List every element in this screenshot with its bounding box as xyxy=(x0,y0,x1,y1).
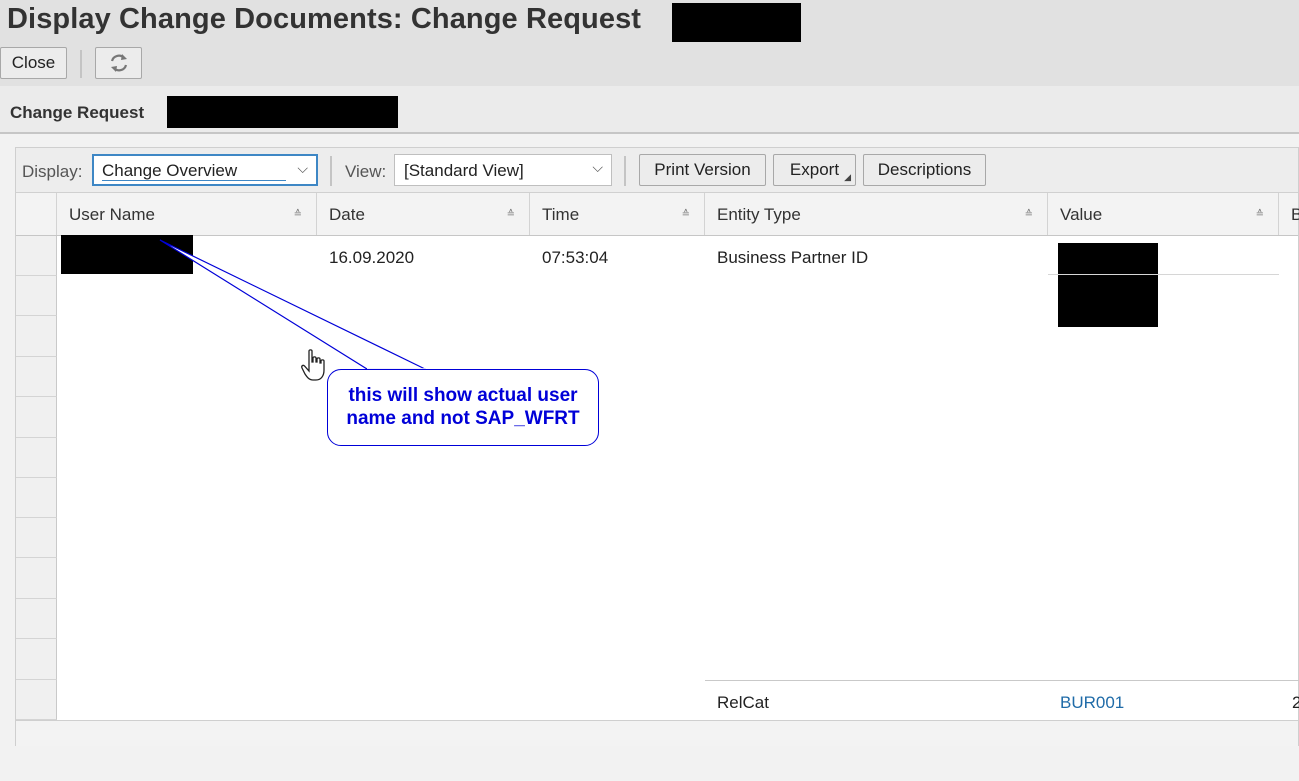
menu-corner-icon: ◢ xyxy=(844,172,851,182)
cell-entity-type: RelCat xyxy=(717,693,769,712)
close-button[interactable]: Close xyxy=(0,47,67,79)
export-label: Export xyxy=(789,160,840,179)
row-selector[interactable] xyxy=(16,357,57,397)
view-select[interactable]: [Standard View] ⌵ xyxy=(394,154,612,186)
view-select-value: [Standard View] xyxy=(404,161,524,180)
row-selector[interactable] xyxy=(16,518,57,558)
hand-cursor-icon xyxy=(301,349,325,381)
row-divider xyxy=(1048,274,1279,275)
column-label: Date xyxy=(329,205,365,224)
display-label: Display: xyxy=(22,162,83,181)
callout-line-2: name and not SAP_WFRT xyxy=(346,408,580,429)
cell-time: 07:53:04 xyxy=(542,248,609,267)
redacted-value xyxy=(1058,243,1158,327)
table-header: User Name ≙ Date ≙ Time ≙ Entity Type ≙ … xyxy=(16,193,1299,236)
column-label: User Name xyxy=(69,205,155,224)
sort-icon[interactable]: ≙ xyxy=(507,209,515,220)
annotation-callout: this will show actual user name and not … xyxy=(327,369,599,446)
descriptions-button[interactable]: Descriptions xyxy=(863,154,986,186)
column-header-time[interactable]: Time ≙ xyxy=(530,193,705,235)
export-button[interactable]: Export ◢ xyxy=(773,154,856,186)
redacted-request-number xyxy=(672,3,801,42)
column-header-user-name[interactable]: User Name ≙ xyxy=(57,193,317,235)
row-selector[interactable] xyxy=(16,680,57,720)
change-request-label: Change Request xyxy=(10,103,145,122)
chevron-down-icon[interactable]: ⌵ xyxy=(297,160,308,177)
sort-icon[interactable]: ≙ xyxy=(1025,209,1033,220)
column-header-b[interactable]: B xyxy=(1279,193,1299,235)
redacted-user-name xyxy=(61,235,193,274)
column-header-date[interactable]: Date ≙ xyxy=(317,193,530,235)
cell-extra: 2 xyxy=(1292,693,1299,712)
column-header-entity-type[interactable]: Entity Type ≙ xyxy=(705,193,1048,235)
change-request-header: Change Request xyxy=(0,86,1299,134)
redacted-change-request-id xyxy=(167,96,398,128)
row-selector[interactable] xyxy=(16,558,57,599)
display-select-value: Change Overview xyxy=(102,161,238,180)
column-label: Time xyxy=(542,205,580,224)
display-select[interactable]: Change Overview ⌵ xyxy=(92,154,318,186)
sort-icon[interactable]: ≙ xyxy=(294,209,302,220)
view-label: View: xyxy=(345,162,387,181)
row-selector[interactable] xyxy=(16,639,57,680)
sort-icon[interactable]: ≙ xyxy=(682,209,690,220)
chevron-down-icon[interactable]: ⌵ xyxy=(592,159,603,176)
cell-entity-type: Business Partner ID xyxy=(717,248,869,267)
change-documents-table: Display: Change Overview ⌵ View: [Standa… xyxy=(15,147,1299,746)
column-label: B xyxy=(1291,205,1299,224)
row-selector[interactable] xyxy=(16,438,57,478)
cell-value-link[interactable]: BUR001 xyxy=(1060,693,1124,713)
print-version-button[interactable]: Print Version xyxy=(639,154,766,186)
toolbar-separator xyxy=(80,50,82,78)
table-toolbar: Display: Change Overview ⌵ View: [Standa… xyxy=(16,148,1298,193)
display-select-underline xyxy=(102,180,286,181)
column-label: Entity Type xyxy=(717,205,801,224)
row-selector[interactable] xyxy=(16,316,57,357)
row-selector[interactable] xyxy=(16,599,57,639)
refresh-button[interactable] xyxy=(95,47,142,79)
page-title: Display Change Documents: Change Request xyxy=(7,3,642,35)
horizontal-scrollbar[interactable] xyxy=(16,720,1298,746)
toolbar-separator xyxy=(624,156,626,186)
callout-line-1: this will show actual user xyxy=(348,385,578,406)
select-all-header[interactable] xyxy=(16,193,57,235)
row-selector[interactable] xyxy=(16,478,57,518)
toolbar-separator xyxy=(330,156,332,186)
cell-date: 16.09.2020 xyxy=(329,248,415,267)
sort-icon[interactable]: ≙ xyxy=(1256,209,1264,220)
refresh-icon xyxy=(110,54,127,72)
row-selector[interactable] xyxy=(16,276,57,316)
column-label: Value xyxy=(1060,205,1103,224)
row-selector[interactable] xyxy=(16,236,57,276)
title-area: Display Change Documents: Change Request… xyxy=(0,0,1299,86)
column-header-value[interactable]: Value ≙ xyxy=(1048,193,1279,235)
row-divider xyxy=(705,680,1299,681)
row-selector[interactable] xyxy=(16,397,57,438)
